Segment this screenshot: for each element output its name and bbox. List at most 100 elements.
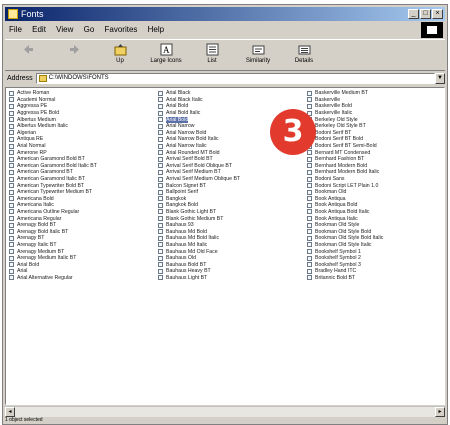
font-file-item[interactable]: Bauhaus Heavy BT <box>158 268 240 275</box>
font-file-item[interactable]: Arrival Serif Bold BT <box>158 156 240 163</box>
font-file-item[interactable]: Arial Rounded MT Bold <box>158 149 240 156</box>
font-file-item[interactable]: Baskerville Bold <box>307 103 383 110</box>
font-file-item[interactable]: Arial Bold <box>158 103 240 110</box>
close-button[interactable]: × <box>432 9 443 19</box>
font-file-item[interactable]: Bodoni Serif BT <box>307 130 383 137</box>
similarity-button[interactable]: Similarity <box>235 40 281 70</box>
font-file-item[interactable]: Americana Regular <box>9 215 97 222</box>
up-button[interactable]: Up <box>97 40 143 70</box>
font-file-item[interactable]: Baskerville <box>307 97 383 104</box>
forward-button[interactable] <box>51 40 97 70</box>
font-file-item[interactable]: Arial Bold <box>158 116 240 123</box>
font-file-item[interactable]: Albertus Medium Italic <box>9 123 97 130</box>
font-file-item[interactable]: Arrival Serif Bold Oblique BT <box>158 163 240 170</box>
font-file-item[interactable]: Arrival Serif Medium Oblique BT <box>158 176 240 183</box>
font-file-item[interactable]: Baskerville Italic <box>307 110 383 117</box>
font-file-item[interactable]: Britannic Bold BT <box>307 275 383 282</box>
font-file-item[interactable]: Bernhard Modern Bold <box>307 163 383 170</box>
address-dropdown-button[interactable]: ▼ <box>435 72 445 84</box>
font-file-item[interactable]: Bauhaus 93 <box>158 222 240 229</box>
font-file-item[interactable]: Arial Normal <box>9 143 97 150</box>
font-file-item[interactable]: Arrival Serif Medium BT <box>158 169 240 176</box>
font-file-item[interactable]: Bernhard Modern Bold Italic <box>307 169 383 176</box>
large-icons-button[interactable]: A Large Icons <box>143 40 189 70</box>
font-file-item[interactable]: Bauhaus Light BT <box>158 275 240 282</box>
font-file-item[interactable]: Bangkok <box>158 196 240 203</box>
menu-edit[interactable]: Edit <box>32 25 46 34</box>
font-file-item[interactable]: Bookman Old <box>307 189 383 196</box>
font-file-item[interactable]: Arial Alternative Regular <box>9 275 97 282</box>
font-file-item[interactable]: Bookman Old Style Italic <box>307 242 383 249</box>
font-file-item[interactable]: Bodoni Sans <box>307 176 383 183</box>
maximize-button[interactable]: □ <box>420 9 431 19</box>
font-file-item[interactable]: Bernhard Fashion BT <box>307 156 383 163</box>
menu-file[interactable]: File <box>9 25 22 34</box>
font-file-item[interactable]: Arenagy Medium BT <box>9 248 97 255</box>
font-file-item[interactable]: Arial <box>9 268 97 275</box>
font-file-item[interactable]: Bauhaus Md Italic <box>158 242 240 249</box>
font-file-item[interactable]: Ballpoint Serif <box>158 189 240 196</box>
font-file-item[interactable]: Aggressa PE Bold <box>9 110 97 117</box>
back-button[interactable] <box>5 40 51 70</box>
menu-view[interactable]: View <box>56 25 73 34</box>
font-file-item[interactable]: Arial Narrow Bold <box>158 130 240 137</box>
font-file-item[interactable]: American Garamond Italic BT <box>9 176 97 183</box>
font-file-item[interactable]: Aggressa PE <box>9 103 97 110</box>
font-file-item[interactable]: Bookshelf Symbol 1 <box>307 248 383 255</box>
font-file-item[interactable]: Americana Bold <box>9 196 97 203</box>
font-file-item[interactable]: Arial Narrow <box>158 123 240 130</box>
font-file-item[interactable]: Arial Narrow Bold Italic <box>158 136 240 143</box>
list-button[interactable]: List <box>189 40 235 70</box>
font-file-item[interactable]: American Garamond Bold Italic BT <box>9 163 97 170</box>
font-file-item[interactable]: Active Roman <box>9 90 97 97</box>
font-file-item[interactable]: Americana Italic <box>9 202 97 209</box>
font-file-item[interactable]: Arial Black <box>158 90 240 97</box>
font-file-item[interactable]: Bauhaus Md Bold <box>158 228 240 235</box>
font-file-item[interactable]: Arial Bold <box>9 261 97 268</box>
font-file-item[interactable]: Book Antiqua Italic <box>307 215 383 222</box>
font-file-item[interactable]: Bodoni Script LET Plain 1.0 <box>307 182 383 189</box>
font-file-item[interactable]: Book Antiqua Bold <box>307 202 383 209</box>
font-file-item[interactable]: Bookshelf Symbol 3 <box>307 261 383 268</box>
font-file-item[interactable]: Bookman Old Style Bold <box>307 228 383 235</box>
font-file-item[interactable]: Berkeley Old Style <box>307 116 383 123</box>
font-file-item[interactable]: Arenagy Bold BT <box>9 222 97 229</box>
font-file-item[interactable]: Arial Black Italic <box>158 97 240 104</box>
font-file-item[interactable]: Bangkok Bold <box>158 202 240 209</box>
font-file-item[interactable]: Bernard MT Condensed <box>307 149 383 156</box>
menu-go[interactable]: Go <box>84 25 95 34</box>
font-file-item[interactable]: Arenagy Bold Italic BT <box>9 228 97 235</box>
font-file-item[interactable]: Amerone RP <box>9 149 97 156</box>
font-file-item[interactable]: Bookman Old Style Bold Italic <box>307 235 383 242</box>
address-field[interactable]: C:\WINDOWS\FONTS <box>35 72 435 84</box>
menu-favorites[interactable]: Favorites <box>105 25 138 34</box>
font-file-item[interactable]: Bauhaus Md Bold Italic <box>158 235 240 242</box>
font-file-item[interactable]: Baskerville Medium BT <box>307 90 383 97</box>
font-file-item[interactable]: Bodoni Serif BT Semi-Bold <box>307 143 383 150</box>
font-file-item[interactable]: Albertus Medium <box>9 116 97 123</box>
font-file-item[interactable]: American Typewriter Bold BT <box>9 182 97 189</box>
minimize-button[interactable]: _ <box>408 9 419 19</box>
font-file-item[interactable]: Book Antiqua <box>307 196 383 203</box>
font-file-item[interactable]: Blank Gothic Light BT <box>158 209 240 216</box>
font-file-item[interactable]: American Garamond Bold BT <box>9 156 97 163</box>
font-file-item[interactable]: Blank Gothic Medium BT <box>158 215 240 222</box>
font-file-item[interactable]: Arial Narrow Italic <box>158 143 240 150</box>
font-file-item[interactable]: Antiqua RE <box>9 136 97 143</box>
font-file-item[interactable]: Arenagy BT <box>9 235 97 242</box>
menu-help[interactable]: Help <box>148 25 164 34</box>
font-file-item[interactable]: Arial Bold Italic <box>158 110 240 117</box>
font-file-item[interactable]: Bookman Old Style <box>307 222 383 229</box>
font-file-item[interactable]: Academi Normal <box>9 97 97 104</box>
font-file-item[interactable]: Bodoni Serif BT Bold <box>307 136 383 143</box>
font-file-item[interactable]: Algerian <box>9 130 97 137</box>
font-file-item[interactable]: Arenagy Italic BT <box>9 242 97 249</box>
font-file-item[interactable]: Bookshelf Symbol 2 <box>307 255 383 262</box>
font-file-item[interactable]: Arenagy Medium Italic BT <box>9 255 97 262</box>
font-file-item[interactable]: Bauhaus Old <box>158 255 240 262</box>
font-file-item[interactable]: Bauhaus Md Old Face <box>158 248 240 255</box>
font-file-item[interactable]: Balcon Signet BT <box>158 182 240 189</box>
details-button[interactable]: Details <box>281 40 327 70</box>
font-file-item[interactable]: Book Antiqua Bold Italic <box>307 209 383 216</box>
font-file-item[interactable]: American Typewriter Medium BT <box>9 189 97 196</box>
